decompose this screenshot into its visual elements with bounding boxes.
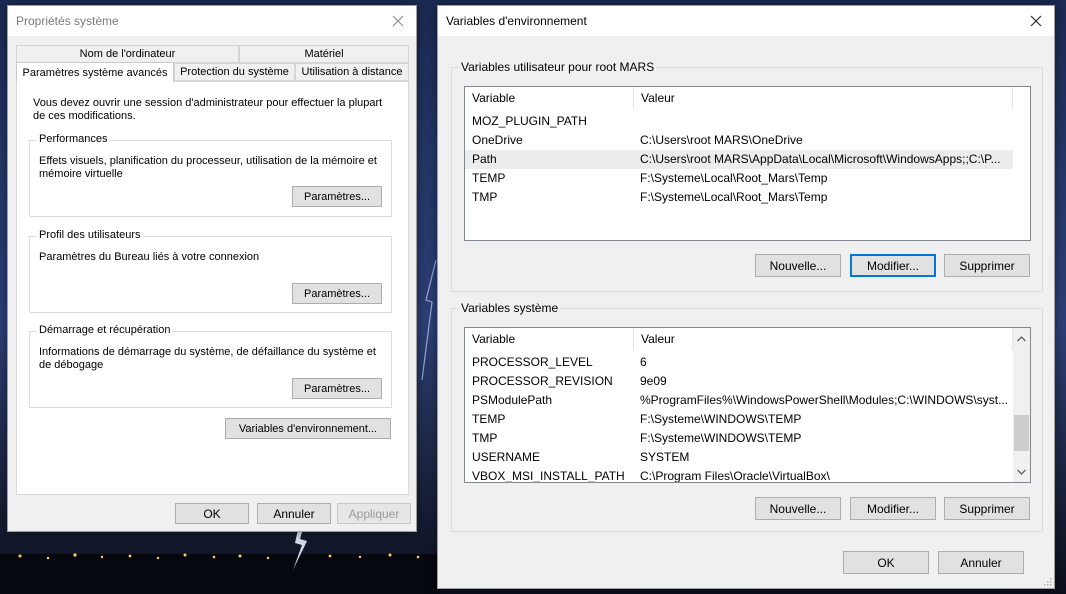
group-description: Effets visuels, planification du process… <box>39 155 377 180</box>
apply-button[interactable]: Appliquer <box>337 503 411 524</box>
system-edit-button[interactable]: Modifier... <box>850 497 936 520</box>
system-variables-list[interactable]: Variable Valeur PROCESSOR_LEVEL 6 PROCES… <box>464 327 1031 483</box>
title-bar: Propriétés système <box>8 6 416 36</box>
list-item[interactable]: PROCESSOR_LEVEL 6 <box>465 353 1013 372</box>
list-item[interactable]: OneDrive C:\Users\root MARS\OneDrive <box>465 131 1013 150</box>
admin-note: Vous devez ouvrir une session d'administ… <box>33 97 383 122</box>
chevron-down-icon <box>1017 469 1026 475</box>
environment-variables-button[interactable]: Variables d'environnement... <box>225 418 391 439</box>
list-item[interactable]: TMP F:\Systeme\WINDOWS\TEMP <box>465 429 1013 448</box>
list-header: Variable Valeur <box>465 87 1030 109</box>
group-label: Variables système <box>459 301 561 315</box>
user-edit-button[interactable]: Modifier... <box>850 254 936 277</box>
vertical-scrollbar[interactable] <box>1013 328 1030 482</box>
system-new-button[interactable]: Nouvelle... <box>755 497 841 520</box>
list-item[interactable]: TMP F:\Systeme\Local\Root_Mars\Temp <box>465 188 1013 207</box>
list-item-selected[interactable]: Path C:\Users\root MARS\AppData\Local\Mi… <box>465 150 1013 169</box>
close-icon <box>1030 15 1042 27</box>
startup-recovery-group: Démarrage et récupération Informations d… <box>29 324 392 408</box>
ok-button[interactable]: OK <box>843 551 929 574</box>
chevron-up-icon <box>1017 335 1026 341</box>
city-lights-background <box>0 553 440 594</box>
system-properties-window: Propriétés système Nom de l'ordinateur M… <box>7 5 417 532</box>
column-header-value[interactable]: Valeur <box>634 328 1013 350</box>
scroll-down-button[interactable] <box>1013 463 1030 480</box>
tab-hardware[interactable]: Matériel <box>239 45 409 63</box>
column-header-variable[interactable]: Variable <box>465 328 634 350</box>
title-bar: Variables d'environnement <box>438 6 1054 36</box>
window-title: Propriétés système <box>16 14 119 28</box>
scroll-thumb[interactable] <box>1014 415 1029 451</box>
list-item[interactable]: PROCESSOR_REVISION 9e09 <box>465 372 1013 391</box>
list-item[interactable]: USERNAME SYSTEM <box>465 448 1013 467</box>
window-title: Variables d'environnement <box>446 14 587 28</box>
user-delete-button[interactable]: Supprimer <box>944 254 1030 277</box>
column-header-value[interactable]: Valeur <box>634 87 1013 109</box>
cancel-button[interactable]: Annuler <box>257 503 331 524</box>
group-description: Informations de démarrage du système, de… <box>39 346 376 371</box>
tab-advanced-settings[interactable]: Paramètres système avancés <box>16 62 174 82</box>
user-profiles-group: Profil des utilisateurs Paramètres du Bu… <box>29 229 392 313</box>
close-icon <box>392 15 404 27</box>
ok-button[interactable]: OK <box>175 503 249 524</box>
group-label: Variables utilisateur pour root MARS <box>459 60 657 74</box>
list-header: Variable Valeur <box>465 328 1030 350</box>
advanced-tab-panel: Vous devez ouvrir une session d'administ… <box>16 81 409 495</box>
tab-remote-usage[interactable]: Utilisation à distance <box>295 63 409 81</box>
tab-system-protection[interactable]: Protection du système <box>174 63 295 81</box>
tab-computer-name[interactable]: Nom de l'ordinateur <box>16 45 239 63</box>
group-label: Démarrage et récupération <box>37 324 173 336</box>
group-label: Profil des utilisateurs <box>37 229 143 241</box>
group-label: Performances <box>37 133 110 145</box>
user-profiles-settings-button[interactable]: Paramètres... <box>292 283 382 304</box>
environment-variables-window: Variables d'environnement Variables util… <box>437 5 1055 589</box>
scroll-up-button[interactable] <box>1013 330 1030 347</box>
performance-settings-button[interactable]: Paramètres... <box>292 186 382 207</box>
list-item[interactable]: VBOX_MSI_INSTALL_PATH C:\Program Files\O… <box>465 467 1013 482</box>
group-description: Paramètres du Bureau liés à votre connex… <box>39 251 260 263</box>
list-item[interactable]: TEMP F:\Systeme\Local\Root_Mars\Temp <box>465 169 1013 188</box>
user-new-button[interactable]: Nouvelle... <box>755 254 841 277</box>
close-button[interactable] <box>1024 10 1048 32</box>
system-delete-button[interactable]: Supprimer <box>944 497 1030 520</box>
resize-grip-icon[interactable] <box>1042 576 1052 586</box>
performance-group: Performances Effets visuels, planificati… <box>29 133 392 217</box>
column-header-variable[interactable]: Variable <box>465 87 634 109</box>
user-variables-list[interactable]: Variable Valeur MOZ_PLUGIN_PATH OneDrive… <box>464 86 1031 241</box>
system-variables-group: Variables système Variable Valeur PROCES… <box>451 301 1043 532</box>
startup-recovery-settings-button[interactable]: Paramètres... <box>292 378 382 399</box>
user-variables-group: Variables utilisateur pour root MARS Var… <box>451 60 1043 292</box>
close-button[interactable] <box>386 10 410 32</box>
list-item[interactable]: TEMP F:\Systeme\WINDOWS\TEMP <box>465 410 1013 429</box>
cancel-button[interactable]: Annuler <box>938 551 1024 574</box>
list-item[interactable]: PSModulePath %ProgramFiles%\WindowsPower… <box>465 391 1013 410</box>
list-item[interactable]: MOZ_PLUGIN_PATH <box>465 112 1013 131</box>
